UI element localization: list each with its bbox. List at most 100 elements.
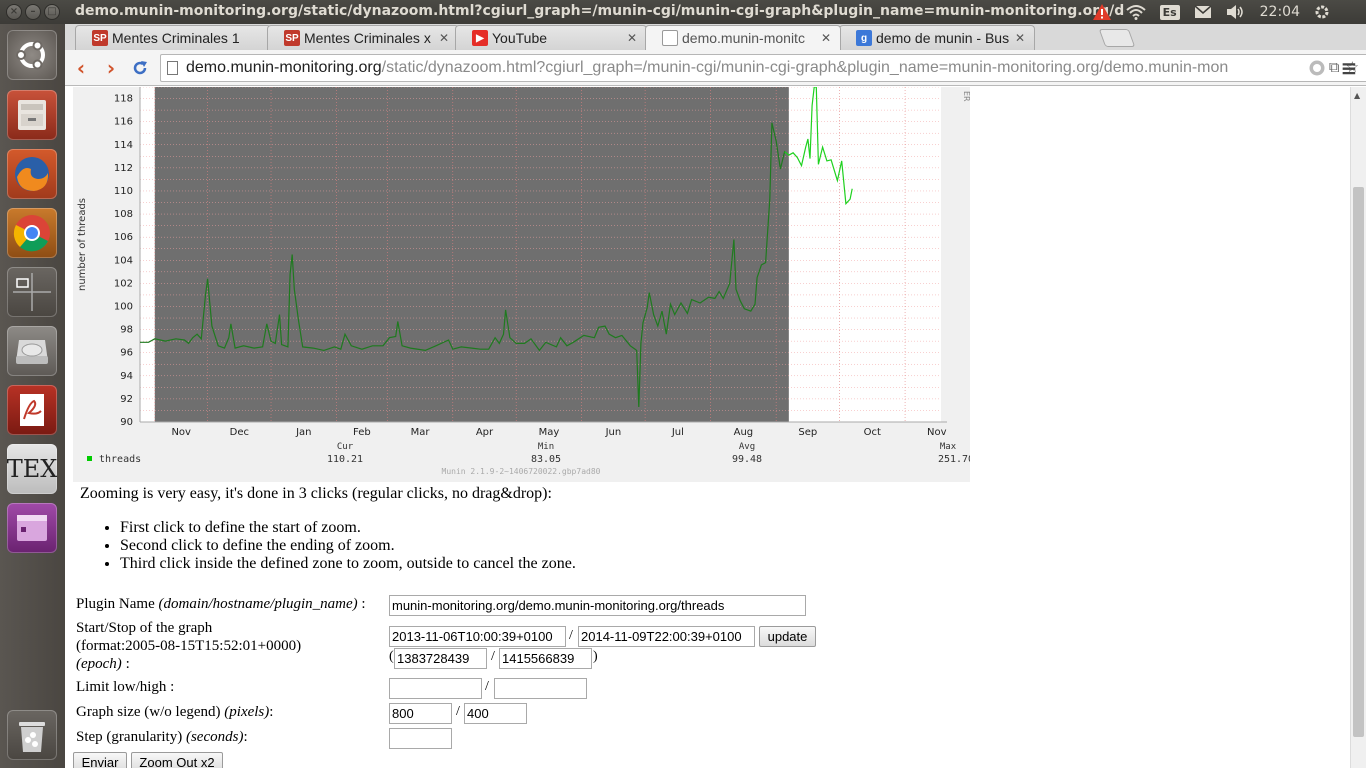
y-tick-label: 94 <box>120 371 133 382</box>
stop-date-input[interactable]: 2014-11-09T22:00:39+0100 <box>578 626 755 647</box>
close-tab-icon[interactable]: ✕ <box>624 31 640 45</box>
close-tab-icon[interactable]: ✕ <box>818 31 834 45</box>
tex-icon: TEX <box>6 455 58 483</box>
minimize-window-button[interactable]: – <box>25 4 41 20</box>
firefox-icon <box>15 157 49 191</box>
google-favicon-icon: g <box>856 30 872 46</box>
legend-header: Avg <box>739 442 755 452</box>
launcher-firefox-button[interactable] <box>7 149 57 199</box>
window-controls: × – □ <box>6 4 60 20</box>
ubuntu-logo-icon <box>16 40 45 70</box>
x-tick-label: Apr <box>476 427 494 438</box>
launcher-dash-button[interactable] <box>7 30 57 80</box>
legend-value: 110.21 <box>327 454 363 465</box>
tab-youtube[interactable]: ▶ YouTube ✕ <box>455 25 647 50</box>
separator: / <box>485 679 489 694</box>
top-panel: × – □ demo.munin-monitoring.org/static/d… <box>0 0 1366 24</box>
scroll-up-icon[interactable]: ▲ <box>1354 91 1360 100</box>
list-item: Third click inside the defined zone to z… <box>120 555 576 573</box>
volume-icon[interactable] <box>1226 4 1246 20</box>
start-date-input[interactable]: 2013-11-06T10:00:39+0100 <box>389 626 566 647</box>
submit-button[interactable]: Enviar <box>73 752 127 768</box>
warning-icon[interactable] <box>1092 3 1112 21</box>
stop-epoch-input[interactable]: 1415566839 <box>499 648 592 669</box>
list-item: Second click to define the ending of zoo… <box>120 537 576 555</box>
graph-width-input[interactable]: 800 <box>389 703 452 724</box>
x-tick-label: Sep <box>798 427 817 438</box>
y-tick-label: 100 <box>114 301 133 312</box>
y-tick-label: 108 <box>114 209 133 220</box>
x-tick-label: Jul <box>671 427 684 438</box>
step-input[interactable] <box>389 728 452 749</box>
legend-value: 99.48 <box>732 454 762 465</box>
menu-icon[interactable]: ≡ <box>1338 56 1360 80</box>
power-gear-icon[interactable] <box>1314 4 1330 20</box>
forward-arrow-icon[interactable]: › <box>100 56 122 80</box>
close-tab-icon[interactable]: ✕ <box>436 31 452 45</box>
trash-icon <box>19 722 45 752</box>
address-bar[interactable]: demo.munin-monitoring.org/static/dynazoo… <box>160 54 1366 82</box>
keyboard-layout-indicator[interactable]: Es <box>1159 4 1180 20</box>
graph-size-label: Graph size (w/o legend) (pixels): <box>76 704 274 720</box>
page-icon <box>167 61 178 75</box>
limit-low-input[interactable] <box>389 678 482 699</box>
file-cabinet-icon <box>18 100 46 130</box>
new-tab-button[interactable] <box>1098 29 1136 47</box>
graph-height-input[interactable]: 400 <box>464 703 527 724</box>
separator: / <box>491 649 495 664</box>
munin-version-footer: Munin 2.1.9-2~1406720022.gbp7ad80 <box>442 467 601 476</box>
x-tick-label: Feb <box>353 427 371 438</box>
start-epoch-input[interactable]: 1383728439 <box>394 648 487 669</box>
plugin-name-label: Plugin Name (domain/hostname/plugin_name… <box>76 596 366 612</box>
workspaces-icon <box>13 273 51 311</box>
tab-munin-demo[interactable]: demo.munin-monitc ✕ <box>645 25 841 50</box>
tab-mentes-criminales-1[interactable]: SP Mentes Criminales 1 <box>75 25 271 50</box>
zoom-out-button[interactable]: Zoom Out x2 <box>131 752 223 768</box>
indicator-area: Es 22:04 <box>1092 0 1366 24</box>
graph-canvas[interactable]: 90 92 94 96 98 100 102 104 106 108 110 112 114 116 118… <box>73 87 970 482</box>
maximize-window-button[interactable]: □ <box>44 4 60 20</box>
y-tick-label: 90 <box>120 417 133 428</box>
y-tick-label: 102 <box>114 278 133 289</box>
pdf-reader-icon <box>20 394 44 426</box>
scrollbar-thumb[interactable] <box>1353 187 1364 737</box>
launcher-workspaces-button[interactable] <box>7 267 57 317</box>
launcher-trash-button[interactable] <box>7 710 57 760</box>
launcher-pdf-button[interactable] <box>7 385 57 435</box>
wifi-icon[interactable] <box>1125 4 1146 20</box>
legend-header: Min <box>538 442 554 452</box>
legend-series-name: threads <box>99 454 141 465</box>
close-tab-icon[interactable]: ✕ <box>1012 31 1028 45</box>
close-window-button[interactable]: × <box>6 4 22 20</box>
clock[interactable]: 22:04 <box>1260 4 1300 20</box>
reload-icon[interactable] <box>129 57 151 79</box>
y-tick-label: 96 <box>120 348 133 359</box>
y-tick-label: 98 <box>120 325 133 336</box>
zoom-selection-zone <box>154 87 789 422</box>
tab-mentes-criminales-2[interactable]: SP Mentes Criminales x ✕ <box>267 25 459 50</box>
extension-icon[interactable] <box>1306 57 1328 79</box>
browser-toolbar: ‹ › demo.munin-monitoring.org/static/dyn… <box>65 50 1366 86</box>
page-scrollbar[interactable]: ▲ <box>1350 87 1366 768</box>
back-arrow-icon[interactable]: ‹ <box>70 56 92 80</box>
browser-tab-strip: SP Mentes Criminales 1 SP Mentes Crimina… <box>65 24 1366 50</box>
tab-google-search[interactable]: g demo de munin - Bus ✕ <box>839 25 1035 50</box>
rrdtool-side-label: ER <box>962 91 970 102</box>
list-item: First click to define the start of zoom. <box>120 519 576 537</box>
launcher-chrome-button[interactable] <box>7 208 57 258</box>
launcher-disk-button[interactable] <box>7 326 57 376</box>
limit-high-input[interactable] <box>494 678 587 699</box>
paren-open: ( <box>389 649 394 664</box>
launcher-tex-button[interactable]: TEX <box>7 444 57 494</box>
plugin-name-input[interactable]: munin-monitoring.org/demo.munin-monitori… <box>389 595 806 616</box>
launcher-app-button[interactable] <box>7 503 57 553</box>
update-button[interactable]: update <box>759 626 816 647</box>
purple-window-icon <box>17 515 47 541</box>
sp-favicon-icon: SP <box>284 30 300 46</box>
munin-graph[interactable]: 90 92 94 96 98 100 102 104 106 108 110 112 114 116 118… <box>73 87 970 482</box>
x-tick-label: Jun <box>605 427 622 438</box>
y-tick-label: 110 <box>114 186 133 197</box>
x-tick-label: May <box>539 427 560 438</box>
mail-icon[interactable] <box>1194 5 1212 19</box>
launcher-files-button[interactable] <box>7 90 57 140</box>
